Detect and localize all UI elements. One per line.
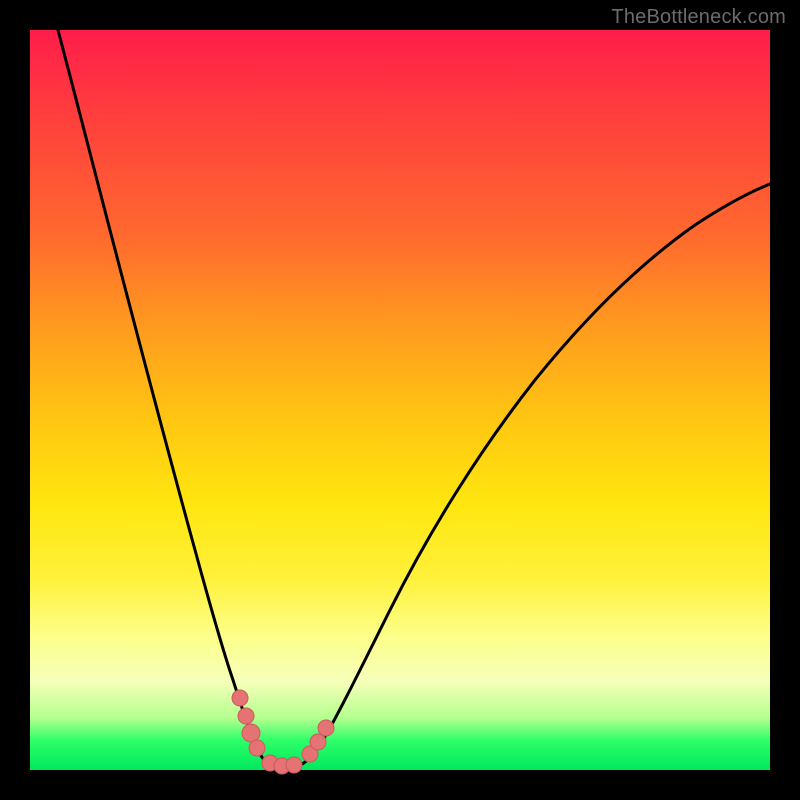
watermark-text: TheBottleneck.com bbox=[611, 6, 786, 29]
chart-svg bbox=[30, 30, 770, 770]
marker-dot bbox=[242, 724, 260, 742]
plot-area bbox=[30, 30, 770, 770]
marker-dot bbox=[232, 690, 248, 706]
marker-group bbox=[232, 690, 334, 774]
marker-dot bbox=[310, 734, 326, 750]
marker-dot bbox=[286, 757, 302, 773]
marker-dot bbox=[249, 740, 265, 756]
marker-dot bbox=[238, 708, 254, 724]
marker-dot bbox=[318, 720, 334, 736]
chart-frame: TheBottleneck.com bbox=[0, 0, 800, 800]
bottleneck-curve bbox=[58, 30, 770, 769]
